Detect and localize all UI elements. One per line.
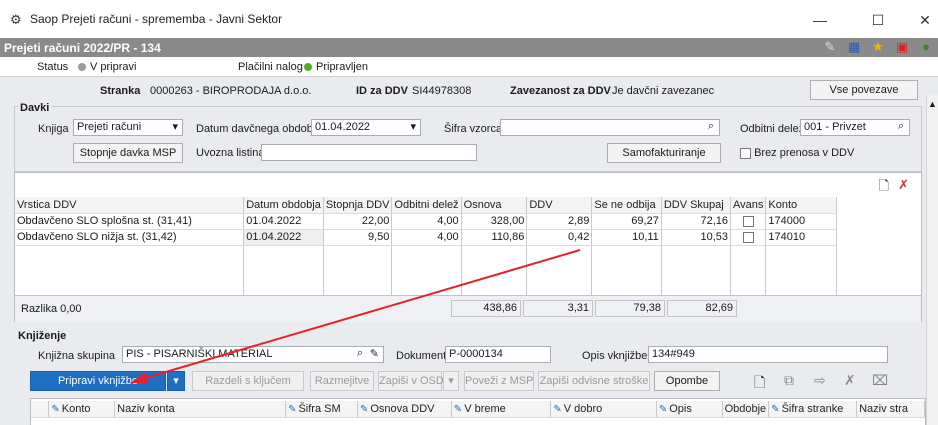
arrow-line [141,249,581,380]
arrow-head [130,372,148,383]
annotation-arrow [130,249,581,383]
